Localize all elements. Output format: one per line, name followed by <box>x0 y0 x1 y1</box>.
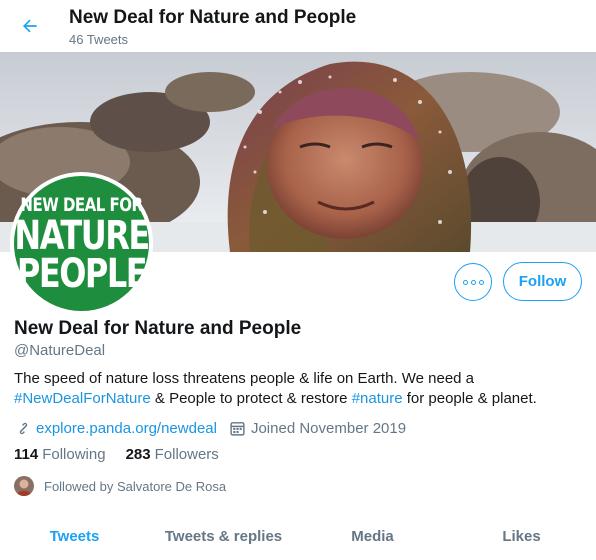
hashtag-link[interactable]: #nature <box>352 390 403 407</box>
avatar-logo: NEW DEAL FOR NATURE PEOPLE <box>14 176 150 311</box>
tab-tweets-replies[interactable]: Tweets & replies <box>149 518 298 560</box>
tab-likes[interactable]: Likes <box>447 518 596 560</box>
profile-handle: @NatureDeal <box>14 342 106 359</box>
follow-stats: 114 Following 283 Followers <box>14 446 219 463</box>
avatar-text-line3: PEOPLE <box>16 249 148 297</box>
joined-date: Joined November 2019 <box>250 419 407 437</box>
following-link[interactable]: 114 Following <box>14 446 106 463</box>
arrow-left-icon <box>23 19 37 33</box>
profile-name: New Deal for Nature and People <box>14 318 302 339</box>
followers-label: Followers <box>154 446 219 463</box>
more-dots-icon <box>462 279 484 285</box>
following-count: 114 <box>14 446 39 463</box>
header-title: New Deal for Nature and People <box>69 7 357 28</box>
profile-avatar[interactable]: NEW DEAL FOR NATURE PEOPLE <box>10 172 153 315</box>
tweet-count: 46 Tweets <box>69 32 129 47</box>
followed-by-text: Followed by Salvatore De Rosa <box>44 478 227 494</box>
followed-by[interactable]: Followed by Salvatore De Rosa <box>14 476 226 496</box>
follower-avatar <box>14 476 34 496</box>
follow-button[interactable]: Follow <box>503 262 582 301</box>
bio-text: for people & planet. <box>402 390 537 407</box>
following-label: Following <box>42 446 106 463</box>
website-link[interactable]: explore.panda.org/newdeal <box>36 420 217 437</box>
tab-media[interactable]: Media <box>298 518 447 560</box>
profile-meta: explore.panda.org/newdeal Joined Novembe… <box>14 417 406 439</box>
back-button[interactable] <box>14 10 46 42</box>
bio-text: & People to protect & restore <box>150 390 352 407</box>
link-icon <box>14 419 32 437</box>
more-options-button[interactable] <box>454 263 492 301</box>
hashtag-link[interactable]: #NewDealForNature <box>14 390 151 407</box>
calendar-icon <box>229 419 247 437</box>
followers-count: 283 <box>125 446 151 463</box>
profile-header: New Deal for Nature and People 46 Tweets <box>0 0 596 52</box>
profile-tabs: Tweets Tweets & replies Media Likes <box>0 518 596 560</box>
profile-bio: The speed of nature loss threatens peopl… <box>14 369 584 409</box>
followers-link[interactable]: 283 Followers <box>126 446 219 463</box>
bio-text: The speed of nature loss threatens peopl… <box>14 370 475 387</box>
tab-tweets[interactable]: Tweets <box>0 518 149 560</box>
